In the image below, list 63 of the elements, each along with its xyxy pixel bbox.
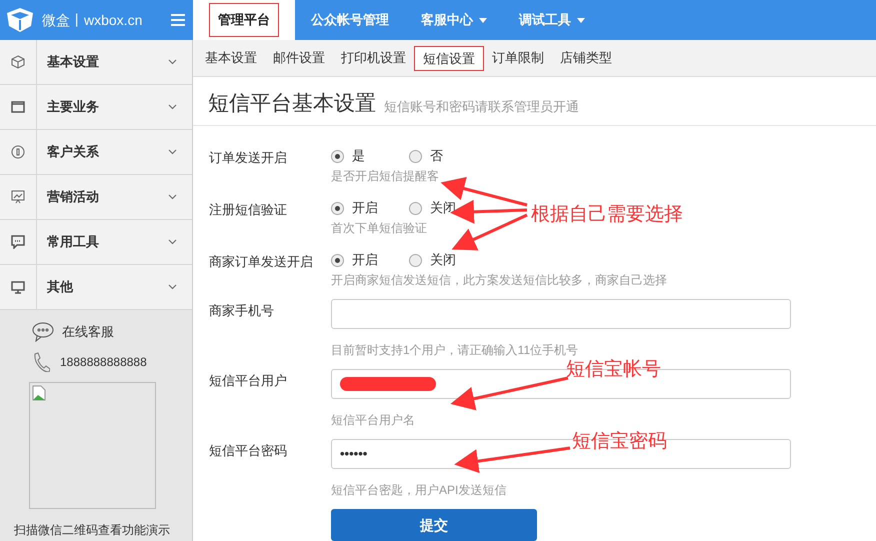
chat-icon bbox=[11, 235, 25, 249]
window-icon bbox=[11, 101, 25, 113]
cube-logo-icon bbox=[6, 7, 34, 33]
sidebar-item[interactable]: 其他 bbox=[0, 265, 192, 310]
online-service-link[interactable]: 在线客服 bbox=[62, 322, 114, 342]
page-subtitle: 短信账号和密码请联系管理员开通 bbox=[384, 98, 579, 116]
chevron-down-icon bbox=[168, 284, 177, 290]
sidebar-item[interactable]: 客户关系 bbox=[0, 130, 192, 175]
field-label: 注册短信验证 bbox=[209, 201, 288, 219]
page-title: 短信平台基本设置 bbox=[208, 91, 376, 117]
sub-tab[interactable]: 打印机设置 bbox=[333, 40, 414, 76]
sub-tab[interactable]: 邮件设置 bbox=[265, 40, 333, 76]
chat-bubble-icon bbox=[32, 322, 54, 342]
submit-button[interactable]: 提交 bbox=[331, 509, 537, 541]
chart-icon bbox=[11, 190, 25, 204]
radio-button[interactable] bbox=[409, 202, 422, 214]
radio-option[interactable]: 是 bbox=[331, 146, 389, 166]
sub-tab[interactable]: 短信设置 bbox=[414, 46, 484, 71]
chevron-down-icon bbox=[168, 149, 177, 155]
radio-option[interactable]: 开启 bbox=[331, 250, 389, 270]
radio-option[interactable]: 开启 bbox=[331, 198, 389, 218]
chevron-down-icon bbox=[168, 194, 177, 200]
sub-tab[interactable]: 订单限制 bbox=[484, 40, 552, 76]
radio-button[interactable] bbox=[409, 150, 422, 162]
help-text: 开启商家短信发送短信，此方案发送短信比较多，商家自己选择 bbox=[331, 272, 667, 289]
field-label: 短信平台用户 bbox=[209, 372, 288, 390]
field-label: 短信平台密码 bbox=[209, 442, 288, 460]
monitor-icon bbox=[11, 280, 25, 294]
field-label: 商家手机号 bbox=[209, 302, 275, 320]
sub-tab[interactable]: 店铺类型 bbox=[552, 40, 620, 76]
radio-button[interactable] bbox=[409, 254, 422, 266]
radio-option[interactable]: 否 bbox=[409, 146, 467, 166]
menu-icon[interactable] bbox=[171, 14, 185, 26]
broken-image-icon bbox=[32, 385, 46, 401]
field-label: 订单发送开启 bbox=[209, 149, 288, 167]
sidebar-item[interactable]: 常用工具 bbox=[0, 220, 192, 265]
sub-tab[interactable]: 基本设置 bbox=[197, 40, 265, 76]
field-label: 商家订单发送开启 bbox=[209, 253, 314, 271]
radio-option[interactable]: 关闭 bbox=[409, 250, 467, 270]
chevron-down-icon bbox=[168, 239, 177, 245]
sidebar-item[interactable]: 主要业务 bbox=[0, 85, 192, 130]
qr-caption: 扫描微信二维码查看功能演示 bbox=[13, 522, 171, 539]
help-text: 目前暂时支持1个用户，请正确输入11位手机号 bbox=[331, 342, 580, 359]
help-text: 首次下单短信验证 bbox=[331, 220, 428, 237]
radio-button[interactable] bbox=[331, 254, 344, 266]
logo-text: 微盒丨wxbox.cn bbox=[42, 10, 142, 30]
phone-icon bbox=[32, 352, 50, 372]
sidebar-item[interactable]: 营销活动 bbox=[0, 175, 192, 220]
input-field[interactable] bbox=[331, 299, 791, 329]
radio-button[interactable] bbox=[331, 150, 344, 162]
chevron-down-icon bbox=[168, 104, 177, 110]
cube-icon bbox=[11, 55, 25, 69]
nav-tab[interactable]: 管理平台 bbox=[193, 0, 295, 40]
help-text: 是否开启短信提醒客 bbox=[331, 168, 440, 185]
phone-number: 1888888888888 bbox=[60, 354, 147, 371]
person-icon bbox=[11, 145, 25, 159]
help-text: 短信平台密匙，用户API发送短信 bbox=[331, 482, 508, 499]
annotation-text: 短信宝帐号 bbox=[566, 358, 661, 382]
annotation-text: 根据自己需要选择 bbox=[531, 203, 683, 227]
chevron-down-icon bbox=[168, 59, 177, 65]
help-text: 短信平台用户名 bbox=[331, 412, 416, 429]
sidebar-item[interactable]: 基本设置 bbox=[0, 40, 192, 85]
radio-button[interactable] bbox=[331, 202, 344, 214]
